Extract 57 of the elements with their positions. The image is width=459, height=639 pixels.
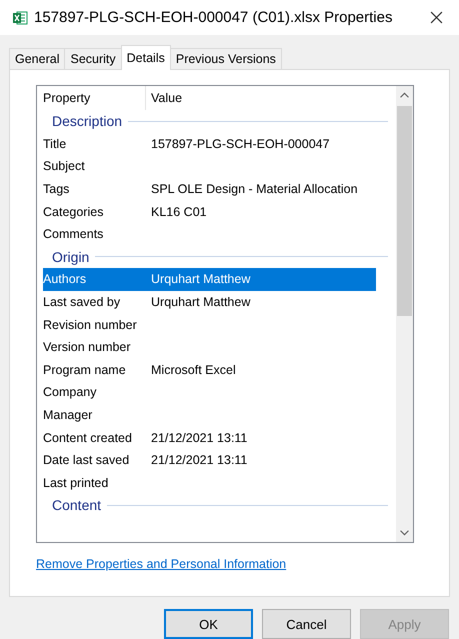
- property-name: Last printed: [43, 476, 110, 490]
- property-value: Microsoft Excel: [151, 362, 236, 377]
- spreadsheet-icon: [12, 10, 28, 26]
- property-row[interactable]: Company: [43, 381, 376, 404]
- property-row[interactable]: Subject: [43, 155, 376, 178]
- property-value: Urquhart Matthew: [151, 295, 250, 310]
- property-name: Program name: [43, 362, 127, 377]
- property-name: Subject: [43, 159, 86, 174]
- property-name: Last saved by: [43, 295, 122, 310]
- remove-properties-link[interactable]: Remove Properties and Personal Information: [36, 557, 286, 571]
- property-row[interactable]: Content created 21/12/2021 13:11: [43, 426, 376, 449]
- property-row[interactable]: Comments: [43, 222, 376, 246]
- scroll-up-icon[interactable]: [400, 92, 409, 98]
- property-value: 21/12/2021 13:11: [151, 453, 248, 468]
- tab[interactable]: General: [9, 48, 66, 69]
- tab[interactable]: Security: [64, 48, 122, 69]
- property-name: Content created: [43, 430, 133, 445]
- property-row[interactable]: Last printed: [43, 472, 376, 494]
- property-value: 21/12/2021 13:11: [151, 430, 248, 445]
- group-header: Origin: [52, 248, 90, 265]
- property-row[interactable]: Authors Urquhart Matthew: [43, 268, 376, 291]
- property-row[interactable]: Last saved by Urquhart Matthew: [43, 290, 376, 314]
- column-header[interactable]: Property: [43, 86, 146, 110]
- scrollbar[interactable]: [396, 86, 413, 542]
- dialog-button[interactable]: OK: [164, 609, 253, 639]
- property-row[interactable]: Version number: [43, 336, 376, 359]
- property-name: Authors: [43, 272, 88, 286]
- property-name: Version number: [43, 340, 132, 354]
- group-header: Description: [52, 113, 122, 130]
- column-header[interactable]: Value: [146, 86, 182, 110]
- property-name: Revision number: [43, 318, 138, 332]
- property-value: Urquhart Matthew: [151, 272, 250, 286]
- property-row[interactable]: Date last saved 21/12/2021 13:11: [43, 448, 376, 472]
- property-row[interactable]: Program name Microsoft Excel: [43, 358, 376, 382]
- dialog-button[interactable]: Cancel: [262, 609, 351, 639]
- property-name: Categories: [43, 204, 104, 219]
- close-icon[interactable]: [430, 11, 443, 24]
- property-name: Manager: [43, 408, 94, 422]
- property-name: Comments: [43, 227, 104, 242]
- group-header: Content: [52, 497, 102, 514]
- tab[interactable]: Details: [120, 45, 171, 70]
- property-row[interactable]: Categories KL16 C01: [43, 200, 376, 223]
- scroll-thumb[interactable]: [397, 106, 412, 316]
- property-value: 157897-PLG-SCH-EOH-000047: [151, 136, 330, 151]
- property-name: Title: [43, 136, 68, 151]
- tab[interactable]: Previous Versions: [170, 48, 282, 69]
- scroll-down-icon[interactable]: [400, 530, 409, 536]
- property-row[interactable]: Revision number: [43, 313, 376, 336]
- property-value: SPL OLE Design - Material Allocation: [151, 182, 358, 196]
- window-title: 157897-PLG-SCH-EOH-000047 (C01).xlsx Properties: [34, 9, 394, 26]
- property-row[interactable]: Manager: [43, 404, 376, 426]
- property-value: KL16 C01: [151, 204, 207, 219]
- property-name: Date last saved: [43, 453, 130, 468]
- property-name: Tags: [43, 182, 70, 196]
- property-row[interactable]: Title 157897-PLG-SCH-EOH-000047: [43, 132, 376, 156]
- property-name: Company: [43, 385, 98, 400]
- property-row[interactable]: Tags SPL OLE Design - Material Allocation: [43, 178, 376, 200]
